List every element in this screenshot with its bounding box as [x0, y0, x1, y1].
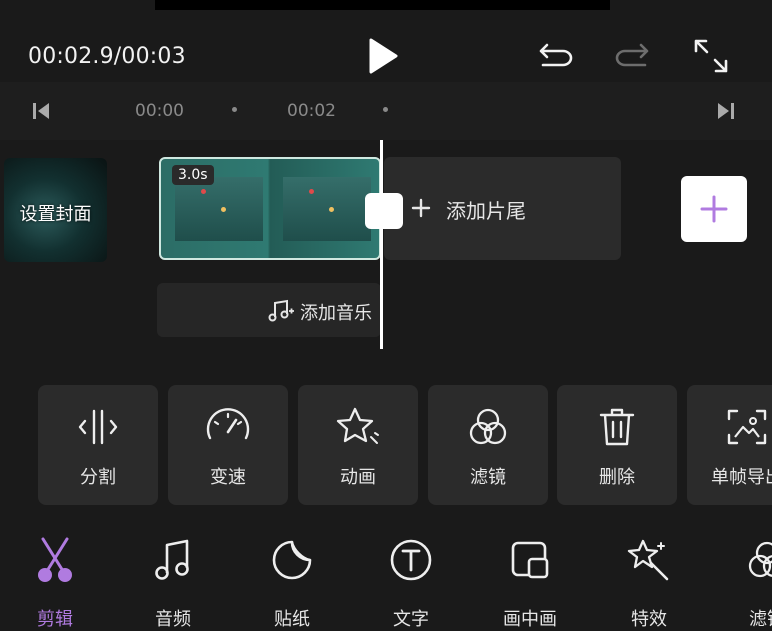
fullscreen-icon [694, 39, 728, 73]
redo-button[interactable] [612, 36, 652, 76]
speed-icon [206, 408, 250, 440]
add-music-label: 添加音乐 [300, 303, 372, 324]
add-ending-label: 添加片尾 [446, 199, 526, 223]
pip-icon [511, 541, 549, 579]
preview-bottom-edge [155, 0, 610, 10]
undo-button[interactable] [536, 36, 576, 76]
time-display: 00:02.9/00:03 [28, 44, 186, 69]
split-icon [78, 409, 118, 445]
thumbnail-light [309, 189, 314, 194]
play-button[interactable] [360, 34, 404, 78]
thumbnail-light [221, 207, 226, 212]
jump-to-start-button[interactable] [30, 100, 52, 126]
bottom-navigation: 剪辑 音频 贴纸 文字 画中画 特效 滤镜 [0, 515, 772, 630]
filter-icon [748, 541, 772, 578]
nav-text[interactable]: 文字 [356, 529, 466, 630]
nav-sticker-label: 贴纸 [274, 609, 310, 630]
frame-export-label: 单帧导出 [711, 467, 772, 488]
delete-button[interactable]: 删除 [557, 385, 677, 505]
filter-button[interactable]: 滤镜 [428, 385, 548, 505]
animation-button[interactable]: 动画 [298, 385, 418, 505]
delete-icon [599, 408, 635, 446]
nav-text-label: 文字 [393, 609, 429, 630]
timeline-ruler: 00:00 00:02 [0, 82, 772, 140]
add-clip-button[interactable] [681, 176, 747, 242]
nav-sticker[interactable]: 贴纸 [237, 529, 347, 630]
nav-effects-label: 特效 [631, 609, 667, 630]
plus-icon [410, 197, 432, 223]
undo-icon [539, 43, 573, 67]
nav-audio[interactable]: 音频 [118, 529, 228, 630]
delete-label: 删除 [599, 467, 635, 488]
clip-trim-handle[interactable] [365, 193, 403, 229]
player-controls: 00:02.9/00:03 [0, 10, 772, 82]
animation-icon [336, 407, 379, 444]
set-cover-label: 设置封面 [19, 204, 92, 225]
jump-to-end-button[interactable] [715, 100, 737, 126]
frame-export-icon [727, 409, 767, 445]
nav-edit-label: 剪辑 [37, 609, 73, 630]
music-note-icon [267, 299, 295, 327]
nav-filter[interactable]: 滤镜 [712, 529, 772, 630]
ruler-tick [383, 107, 388, 112]
fullscreen-button[interactable] [691, 36, 731, 76]
filter-icon [469, 408, 507, 445]
thumbnail-light [201, 189, 206, 194]
nav-pip-label: 画中画 [503, 609, 557, 630]
video-clip[interactable]: 3.0s [159, 157, 381, 260]
filter-label: 滤镜 [470, 467, 506, 488]
split-label: 分割 [80, 467, 116, 488]
split-button[interactable]: 分割 [38, 385, 158, 505]
ruler-label: 00:00 [135, 101, 184, 121]
thumbnail-light [329, 207, 334, 212]
timeline-tracks: 设置封面 3.0s 添加片尾 添加音乐 [0, 140, 772, 355]
playhead[interactable] [380, 140, 383, 349]
clip-thumbnail [175, 177, 263, 241]
clip-thumbnail [283, 177, 371, 241]
redo-icon [615, 43, 649, 67]
speed-label: 变速 [210, 467, 246, 488]
nav-effects[interactable]: 特效 [594, 529, 704, 630]
set-cover-button[interactable]: 设置封面 [4, 158, 107, 262]
add-music-track[interactable]: 添加音乐 [157, 283, 381, 337]
ruler-tick [232, 107, 237, 112]
nav-edit[interactable]: 剪辑 [0, 529, 110, 630]
scissors-icon [38, 537, 72, 582]
frame-export-button[interactable]: 单帧导出 [687, 385, 772, 505]
clip-duration-badge: 3.0s [172, 165, 214, 185]
speed-button[interactable]: 变速 [168, 385, 288, 505]
nav-audio-label: 音频 [155, 609, 191, 630]
effects-icon [627, 539, 669, 581]
skip-end-icon [718, 103, 734, 119]
nav-pip[interactable]: 画中画 [475, 529, 585, 630]
animation-label: 动画 [340, 467, 376, 488]
music-icon [155, 539, 189, 580]
play-icon [369, 38, 398, 74]
ruler-label: 00:02 [287, 101, 336, 121]
text-icon [390, 539, 432, 581]
clip-tools-bar: 分割 变速 动画 滤镜 删除 单帧导出 [0, 385, 772, 507]
nav-filter-label: 滤镜 [749, 609, 772, 630]
sticker-icon [272, 540, 312, 580]
skip-start-icon [33, 103, 49, 119]
plus-icon [700, 195, 728, 223]
add-ending-button[interactable]: 添加片尾 [384, 157, 621, 260]
